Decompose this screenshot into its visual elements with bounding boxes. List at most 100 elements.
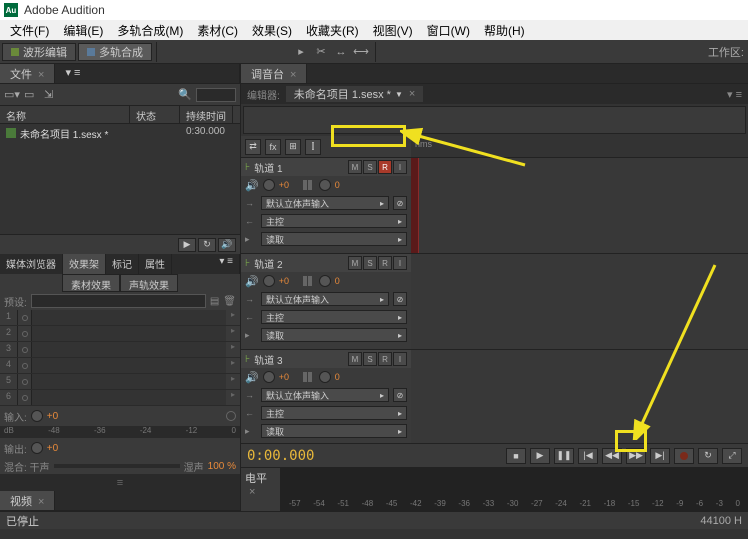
rewind-button[interactable]: ◀◀ xyxy=(602,448,622,464)
editor-doc[interactable]: 未命名项目 1.sesx * ▼ × xyxy=(286,86,424,102)
mix-slider[interactable] xyxy=(54,464,180,468)
track-name[interactable]: 轨道 2 xyxy=(254,256,344,271)
mono-stereo-button[interactable]: ⊘ xyxy=(393,292,407,306)
track-lane[interactable] xyxy=(411,158,748,254)
mute-button[interactable]: M xyxy=(348,160,362,174)
menu-edit[interactable]: 编辑(E) xyxy=(57,22,109,39)
loop-button[interactable]: ↻ xyxy=(198,238,216,252)
editor-menu-icon[interactable]: ▾ ≡ xyxy=(727,88,742,101)
pan-knob[interactable] xyxy=(319,371,331,383)
menu-view[interactable]: 视图(V) xyxy=(367,22,419,39)
fx-menu-icon[interactable]: ≡ xyxy=(117,477,123,489)
volume-value[interactable]: +0 xyxy=(279,276,299,286)
automation-mode-select[interactable]: 读取▸ xyxy=(261,424,407,438)
menu-help[interactable]: 帮助(H) xyxy=(478,22,531,39)
subtab-track-fx[interactable]: 声轨效果 xyxy=(120,274,178,292)
fx-slot[interactable]: 1▸ xyxy=(0,310,240,326)
volume-value[interactable]: +0 xyxy=(279,180,299,190)
automation-mode-select[interactable]: 读取▸ xyxy=(261,328,407,342)
save-preset-icon[interactable]: ▤ xyxy=(210,296,219,307)
open-file-icon[interactable]: ▭ xyxy=(24,88,38,102)
loop-playback-button[interactable]: ↻ xyxy=(698,448,718,464)
close-icon[interactable]: × xyxy=(290,69,296,81)
tab-multitrack[interactable]: 多轨合成 xyxy=(78,43,152,61)
menu-effects[interactable]: 效果(S) xyxy=(246,22,298,39)
mono-stereo-button[interactable]: ⊘ xyxy=(393,388,407,402)
tab-media-browser[interactable]: 媒体浏览器 xyxy=(0,254,63,274)
tab-files[interactable]: 文件× xyxy=(0,64,55,83)
eq-button[interactable]: ⫿ xyxy=(305,139,321,155)
pan-knob[interactable] xyxy=(319,275,331,287)
col-duration[interactable]: 持续时间 xyxy=(180,106,233,123)
tab-mixer[interactable]: 调音台× xyxy=(241,64,307,83)
timecode[interactable]: 0:00.000 xyxy=(247,448,314,464)
subtab-clip-fx[interactable]: 素材效果 xyxy=(62,274,120,292)
track-lane[interactable] xyxy=(411,350,748,443)
track-handle-icon[interactable]: ⊦ xyxy=(245,258,250,269)
volume-knob[interactable] xyxy=(263,371,275,383)
tab-properties[interactable]: 属性 xyxy=(139,254,172,274)
delete-preset-icon[interactable]: 🗑 xyxy=(223,296,236,307)
preset-select[interactable] xyxy=(31,294,206,308)
input-select[interactable]: 默认立体声输入▸ xyxy=(261,292,389,306)
input-select[interactable]: 默认立体声输入▸ xyxy=(261,196,389,210)
monitor-input-button[interactable]: I xyxy=(393,352,407,366)
stop-button[interactable]: ■ xyxy=(506,448,526,464)
arm-record-button[interactable]: R xyxy=(378,352,392,366)
input-gain-value[interactable]: +0 xyxy=(47,411,58,422)
volume-knob[interactable] xyxy=(263,179,275,191)
arm-record-button[interactable]: R xyxy=(378,256,392,270)
output-gain-value[interactable]: +0 xyxy=(47,443,58,454)
tab-markers[interactable]: 标记 xyxy=(106,254,139,274)
pan-value[interactable]: 0 xyxy=(335,276,355,286)
fx-button[interactable]: fx xyxy=(265,139,281,155)
fx-power-icon[interactable] xyxy=(226,411,236,421)
pause-button[interactable]: ❚❚ xyxy=(554,448,574,464)
mute-button[interactable]: M xyxy=(348,256,362,270)
overview-bar[interactable] xyxy=(243,106,746,134)
arm-record-button[interactable]: R xyxy=(378,160,392,174)
fx-slot[interactable]: 4▸ xyxy=(0,358,240,374)
file-row[interactable]: 未命名项目 1.sesx * 0:30.000 xyxy=(0,124,240,143)
tool-slip[interactable]: ↔ xyxy=(331,42,351,62)
end-button[interactable]: ▶| xyxy=(650,448,670,464)
mono-stereo-button[interactable]: ⊘ xyxy=(393,196,407,210)
track-handle-icon[interactable]: ⊦ xyxy=(245,162,250,173)
close-icon[interactable]: × xyxy=(38,496,44,508)
input-select[interactable]: 默认立体声输入▸ xyxy=(261,388,389,402)
mute-button[interactable]: M xyxy=(348,352,362,366)
menu-clip[interactable]: 素材(C) xyxy=(191,22,244,39)
track-handle-icon[interactable]: ⊦ xyxy=(245,354,250,365)
timeline-ruler[interactable]: hms xyxy=(411,136,748,157)
pan-value[interactable]: 0 xyxy=(335,180,355,190)
track-lanes[interactable] xyxy=(411,158,748,443)
track-name[interactable]: 轨道 1 xyxy=(254,160,344,175)
output-gain-knob[interactable] xyxy=(31,442,43,454)
col-status[interactable]: 状态 xyxy=(130,106,180,123)
import-icon[interactable]: ⇲ xyxy=(44,88,58,102)
tab-levels[interactable]: 电平× xyxy=(241,468,281,511)
skip-selection-button[interactable]: ⤢ xyxy=(722,448,742,464)
solo-button[interactable]: S xyxy=(363,160,377,174)
play-file-button[interactable]: ▶ xyxy=(178,238,196,252)
fx-slot[interactable]: 6▸ xyxy=(0,390,240,406)
output-select[interactable]: 主控▸ xyxy=(261,214,407,228)
rtz-button[interactable]: |◀ xyxy=(578,448,598,464)
close-icon[interactable]: × xyxy=(249,486,255,498)
menu-favorites[interactable]: 收藏夹(R) xyxy=(300,22,365,39)
forward-button[interactable]: ▶▶ xyxy=(626,448,646,464)
track-name[interactable]: 轨道 3 xyxy=(254,352,344,367)
monitor-input-button[interactable]: I xyxy=(393,256,407,270)
close-icon[interactable]: × xyxy=(38,69,44,81)
menu-multitrack[interactable]: 多轨合成(M) xyxy=(111,22,189,39)
tool-time[interactable]: ⟷ xyxy=(351,42,371,62)
fx-tab-menu[interactable]: ▾ ≡ xyxy=(172,254,240,274)
fx-slot[interactable]: 5▸ xyxy=(0,374,240,390)
new-file-icon[interactable]: ▭▾ xyxy=(4,88,18,102)
tab-waveform[interactable]: 波形编辑 xyxy=(2,43,76,61)
menu-file[interactable]: 文件(F) xyxy=(4,22,55,39)
play-button[interactable]: ▶ xyxy=(530,448,550,464)
fx-slot[interactable]: 2▸ xyxy=(0,326,240,342)
pan-knob[interactable] xyxy=(319,179,331,191)
monitor-input-button[interactable]: I xyxy=(393,160,407,174)
